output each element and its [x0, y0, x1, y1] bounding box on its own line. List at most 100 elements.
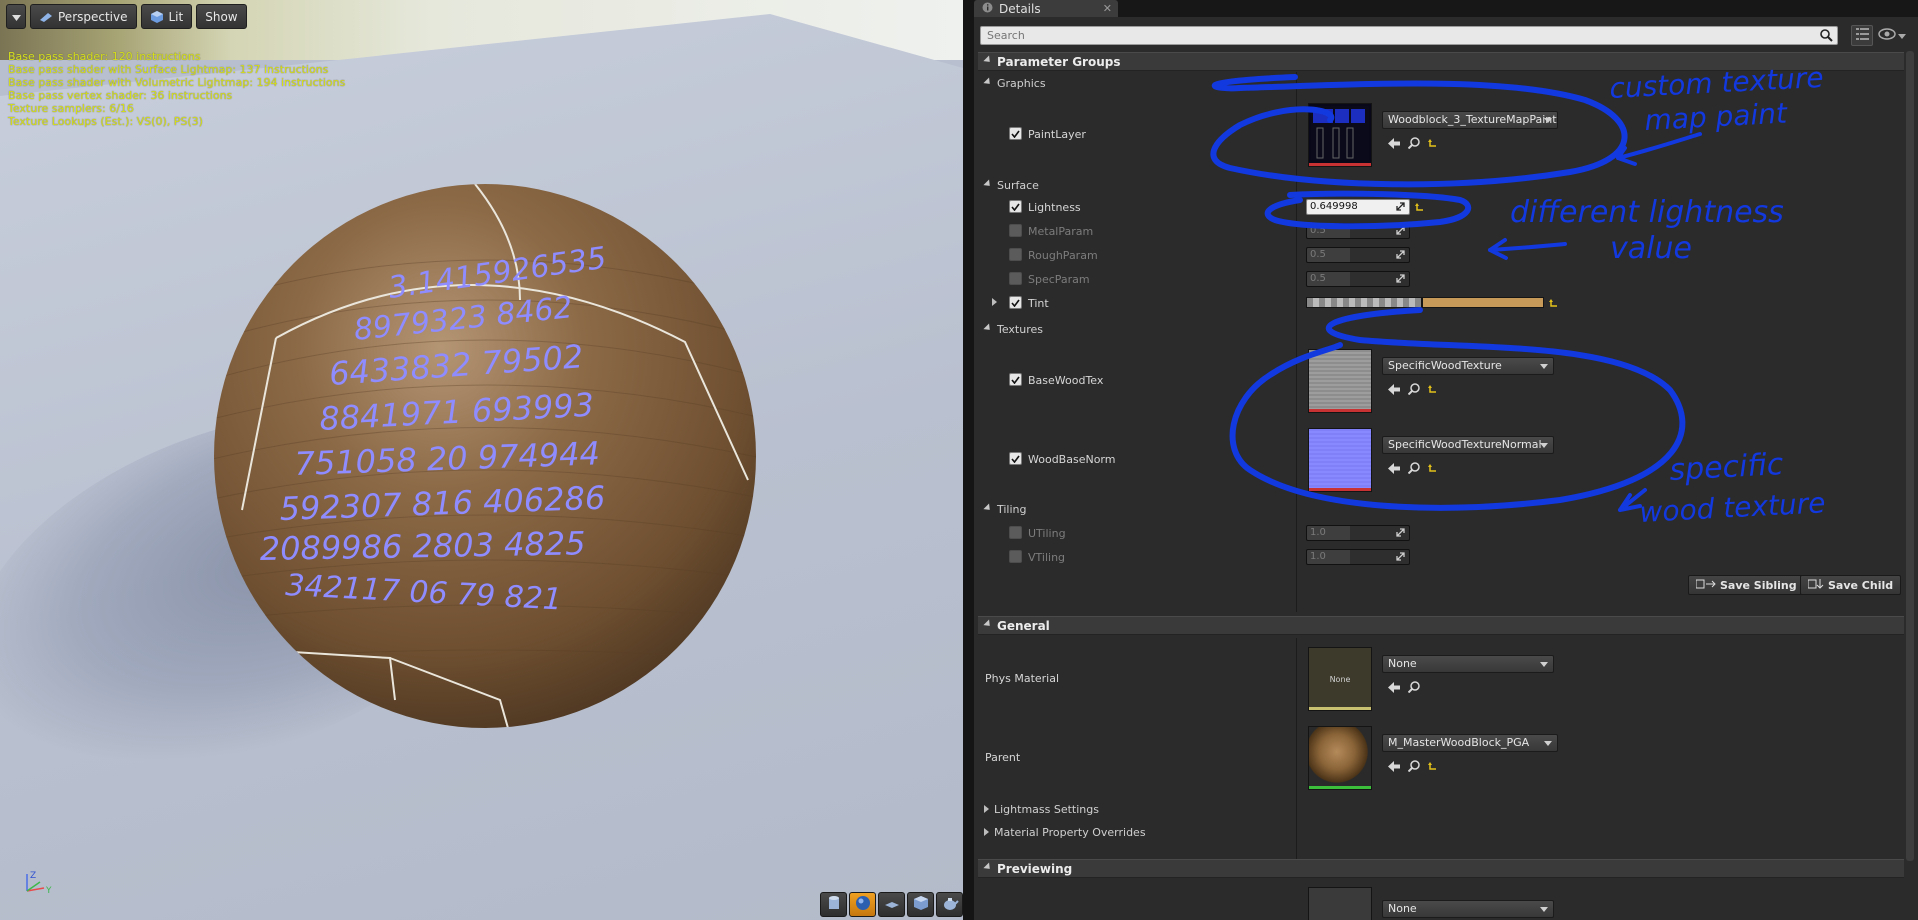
save-child-label: Save Child: [1828, 578, 1894, 592]
perspective-button[interactable]: Perspective: [30, 4, 137, 29]
use-selected-arrow-icon[interactable]: [1388, 137, 1400, 152]
reset-to-default-icon[interactable]: [1415, 202, 1425, 212]
lit-label: Lit: [168, 9, 184, 24]
paintlayer-asset-combo[interactable]: Woodblock_3_TextureMapPaint: [1382, 111, 1558, 129]
browse-search-icon[interactable]: [1407, 681, 1420, 696]
details-scrollbar[interactable]: [1906, 51, 1914, 861]
rough-value-field[interactable]: 0.5: [1306, 247, 1410, 263]
use-selected-arrow-icon[interactable]: [1388, 760, 1400, 775]
tint-color-swatch[interactable]: [1422, 297, 1544, 308]
phys-material-asset-combo[interactable]: None: [1382, 655, 1554, 673]
browse-search-icon[interactable]: [1407, 137, 1420, 152]
close-tab-icon[interactable]: ✕: [1103, 2, 1112, 15]
save-child-button[interactable]: Save Child: [1800, 575, 1902, 595]
group-textures[interactable]: Textures: [978, 319, 1904, 339]
use-selected-arrow-icon[interactable]: [1388, 462, 1400, 477]
browse-search-icon[interactable]: [1407, 462, 1420, 477]
parent-thumbnail[interactable]: [1308, 726, 1372, 790]
drag-handle-icon[interactable]: [1395, 201, 1406, 212]
spec-checkbox[interactable]: [1009, 272, 1022, 285]
drag-handle-icon[interactable]: [1395, 551, 1406, 562]
utiling-value-field[interactable]: 1.0: [1306, 525, 1410, 541]
basewoodtex-checkbox[interactable]: [1009, 373, 1022, 386]
phys-material-thumbnail[interactable]: None: [1308, 647, 1372, 711]
lightness-value-field[interactable]: 0.649998: [1306, 199, 1410, 215]
woodbasenorm-asset-name: SpecificWoodTextureNormal: [1388, 438, 1542, 451]
drag-handle-icon[interactable]: [1395, 225, 1406, 236]
viewport-options-button[interactable]: [6, 4, 26, 29]
woodbasenorm-checkbox[interactable]: [1009, 452, 1022, 465]
category-general[interactable]: General: [978, 616, 1904, 635]
use-selected-arrow-icon[interactable]: [1388, 383, 1400, 398]
reset-to-default-icon[interactable]: [1428, 463, 1438, 476]
reset-to-default-icon[interactable]: [1428, 761, 1438, 774]
custom-mesh-preview-button[interactable]: [936, 892, 963, 917]
reset-to-default-icon[interactable]: [1428, 384, 1438, 397]
use-selected-arrow-icon[interactable]: [1388, 681, 1400, 696]
tab-details[interactable]: Details ✕: [974, 0, 1118, 17]
category-label: Parameter Groups: [997, 54, 1121, 69]
expand-arrow-icon[interactable]: [992, 298, 997, 306]
phys-material-label: Phys Material: [985, 672, 1060, 685]
reset-to-default-icon[interactable]: [1549, 298, 1559, 308]
expand-arrow-icon: [984, 805, 989, 813]
prop-row-spec: SpecParam 0.5: [978, 268, 1904, 290]
basewoodtex-asset-combo[interactable]: SpecificWoodTexture: [1382, 357, 1554, 375]
group-graphics[interactable]: Graphics: [978, 73, 1904, 93]
vtiling-value-field[interactable]: 1.0: [1306, 549, 1410, 565]
chevron-down-icon: [1540, 662, 1548, 667]
sphere-preview-button[interactable]: [849, 892, 876, 917]
tint-checkbox[interactable]: [1009, 296, 1022, 309]
rough-checkbox[interactable]: [1009, 248, 1022, 261]
lit-button[interactable]: Lit: [140, 4, 193, 29]
metal-value-field[interactable]: 0.5: [1306, 223, 1410, 239]
drag-handle-icon[interactable]: [1395, 273, 1406, 284]
basewoodtex-thumbnail[interactable]: [1308, 349, 1372, 413]
preview-mesh-asset-combo[interactable]: None: [1382, 900, 1554, 918]
viewport[interactable]: 3.1415926535 8979323 8462 6433832 79502 …: [0, 0, 963, 920]
save-child-icon: [1807, 578, 1824, 592]
drag-handle-icon[interactable]: [1395, 527, 1406, 538]
axis-z-label: Z: [30, 871, 36, 881]
utiling-checkbox[interactable]: [1009, 526, 1022, 539]
sphere-handwriting-line: 2089986 2803 4825: [259, 524, 585, 568]
save-sibling-button[interactable]: Save Sibling: [1688, 575, 1805, 595]
metal-checkbox[interactable]: [1009, 224, 1022, 237]
lightmass-settings-row[interactable]: Lightmass Settings: [978, 799, 1904, 819]
group-tiling[interactable]: Tiling: [978, 499, 1904, 519]
panel-splitter[interactable]: [963, 0, 974, 920]
group-surface[interactable]: Surface: [978, 175, 1904, 195]
woodbasenorm-thumbnail[interactable]: [1308, 428, 1372, 492]
search-input[interactable]: [987, 29, 1807, 42]
show-button[interactable]: Show: [196, 4, 247, 29]
basewoodtex-label: BaseWoodTex: [1028, 374, 1104, 387]
browse-search-icon[interactable]: [1407, 760, 1420, 775]
cylinder-preview-button[interactable]: [820, 892, 847, 917]
spec-value-field[interactable]: 0.5: [1306, 271, 1410, 287]
paintlayer-thumbnail[interactable]: [1308, 103, 1372, 167]
lightness-checkbox[interactable]: [1009, 200, 1022, 213]
cube-preview-button[interactable]: [907, 892, 934, 917]
vtiling-checkbox[interactable]: [1009, 550, 1022, 563]
chevron-down-icon: [1544, 118, 1552, 123]
category-label: Previewing: [997, 861, 1073, 876]
woodbasenorm-asset-combo[interactable]: SpecificWoodTextureNormal: [1382, 436, 1554, 454]
woodbasenorm-asset-tools: [1388, 462, 1438, 477]
material-property-overrides-row[interactable]: Material Property Overrides: [978, 822, 1904, 842]
drag-handle-icon[interactable]: [1395, 249, 1406, 260]
browse-search-icon[interactable]: [1407, 383, 1420, 398]
view-options-button[interactable]: [1878, 27, 1912, 44]
prop-row-paintlayer: PaintLayer Woodblock_3_TextureMapPaint: [978, 98, 1904, 170]
property-matrix-button[interactable]: [1851, 25, 1873, 46]
reset-to-default-icon[interactable]: [1428, 138, 1438, 151]
plane-preview-button[interactable]: [878, 892, 905, 917]
search-icon[interactable]: [1820, 29, 1833, 45]
category-parameter-groups[interactable]: Parameter Groups: [978, 52, 1904, 71]
tint-alpha-swatch[interactable]: [1306, 297, 1422, 308]
plane-icon: [884, 896, 900, 913]
category-previewing[interactable]: Previewing: [978, 859, 1904, 878]
preview-mesh-thumbnail[interactable]: [1308, 887, 1372, 920]
parent-asset-combo[interactable]: M_MasterWoodBlock_PGA: [1382, 734, 1558, 752]
paintlayer-checkbox[interactable]: [1009, 127, 1022, 140]
prop-row-vtiling: VTiling 1.0: [978, 546, 1904, 568]
